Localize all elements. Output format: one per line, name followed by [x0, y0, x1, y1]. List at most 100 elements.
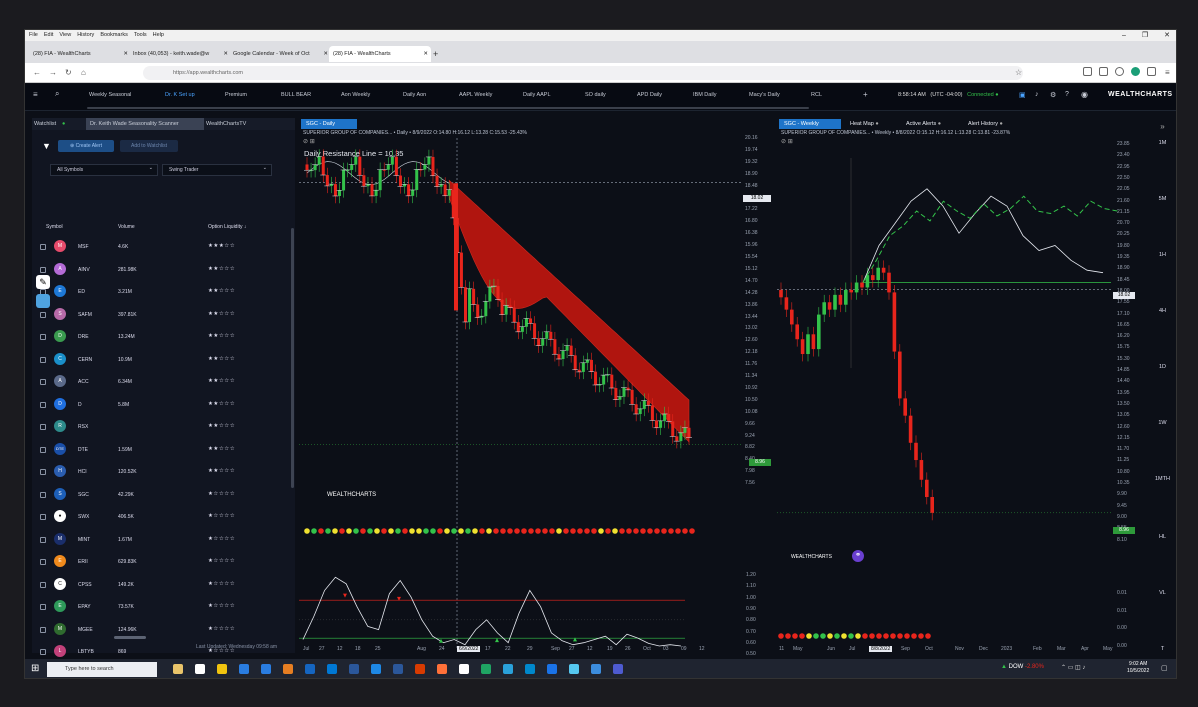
- watchlist-row[interactable]: A ACC 6.34M ★★☆☆☆: [32, 371, 295, 393]
- row-checkbox[interactable]: [40, 626, 46, 633]
- search-icon[interactable]: ⌕: [55, 89, 59, 99]
- watchlist-row[interactable]: S SGC 42.29K ★☆☆☆☆: [32, 484, 295, 506]
- taskbar-app-icon[interactable]: [591, 664, 601, 674]
- new-tab-button[interactable]: +: [433, 46, 438, 62]
- row-checkbox[interactable]: [40, 649, 46, 655]
- row-checkbox[interactable]: [40, 401, 46, 408]
- watchlist-row[interactable]: E ED 3.21M ★★☆☆☆: [32, 281, 295, 303]
- minimize-button[interactable]: –: [1122, 32, 1126, 39]
- watchlist-tab[interactable]: Weekly Seasonal: [89, 92, 131, 98]
- tab-scanner[interactable]: Dr. Keith Wade Seasonality Scanner: [86, 118, 204, 130]
- taskbar-app-icon[interactable]: [569, 664, 579, 674]
- extension-icon[interactable]: [1147, 67, 1156, 76]
- taskbar-app-icon[interactable]: [481, 664, 491, 674]
- watchlist-row[interactable]: C CPSS 149.2K ★☆☆☆☆: [32, 574, 295, 596]
- taskbar-search[interactable]: Type here to search: [47, 662, 157, 677]
- horizontal-scrollbar[interactable]: [114, 636, 146, 639]
- browser-tab[interactable]: (28) FIA - WealthCharts ✕: [29, 46, 131, 62]
- taskbar-app-icon[interactable]: [371, 664, 381, 674]
- menu-item[interactable]: View: [59, 32, 71, 38]
- row-checkbox[interactable]: [40, 581, 46, 588]
- pocket-icon[interactable]: [1083, 67, 1092, 76]
- watchlist-tab[interactable]: IBM Daily: [693, 92, 717, 98]
- windows-start-icon[interactable]: ⊞: [31, 663, 39, 674]
- timeframe-4h[interactable]: 4H: [1147, 308, 1176, 314]
- timeframe-5m[interactable]: 5M: [1147, 196, 1176, 202]
- extension-icon[interactable]: [1115, 67, 1124, 76]
- watchlist-tab[interactable]: RCL: [811, 92, 822, 98]
- watchlist-row[interactable]: C CERN 10.9M ★★☆☆☆: [32, 349, 295, 371]
- link-icon[interactable]: ⚭: [852, 550, 864, 562]
- close-tab-icon[interactable]: ✕: [423, 46, 428, 62]
- daily-price-chart[interactable]: [299, 118, 773, 653]
- watchlist-tab[interactable]: Macy's Daily: [749, 92, 780, 98]
- taskbar-app-icon[interactable]: [217, 664, 227, 674]
- taskbar-app-icon[interactable]: [283, 664, 293, 674]
- symbol-filter-dropdown[interactable]: All Symbols: [50, 163, 158, 176]
- taskbar-app-icon[interactable]: [547, 664, 557, 674]
- taskbar-app-icon[interactable]: [437, 664, 447, 674]
- tray-icons[interactable]: ⌃ ▭ ◫ ♪: [1061, 664, 1085, 671]
- create-alert-button[interactable]: ⊕ Create Alert: [58, 140, 114, 152]
- symbol-header[interactable]: Symbol: [46, 224, 63, 230]
- taskbar-app-icon[interactable]: [239, 664, 249, 674]
- watchlist-tab[interactable]: APD Daily: [637, 92, 662, 98]
- close-tab-icon[interactable]: ✕: [223, 46, 228, 62]
- tab-watchlist[interactable]: Watchlist: [34, 118, 56, 130]
- watchlist-row[interactable]: M MINT 1.67M ★☆☆☆☆: [32, 529, 295, 551]
- menu-item[interactable]: Bookmarks: [100, 32, 128, 38]
- timeframe-t[interactable]: T: [1147, 646, 1176, 652]
- back-icon[interactable]: ←: [33, 66, 41, 80]
- row-checkbox[interactable]: [40, 446, 46, 453]
- watchlist-row[interactable]: R RSX ★★☆☆☆: [32, 416, 295, 438]
- gear-icon[interactable]: ⚙: [1050, 91, 1056, 99]
- watchlist-row[interactable]: E EPAY 73.57K ★☆☆☆☆: [32, 596, 295, 618]
- watchlist-tab[interactable]: AAPL Weekly: [459, 92, 492, 98]
- menu-item[interactable]: Help: [153, 32, 164, 38]
- watchlist-row[interactable]: A AINV 281.98K ★★☆☆☆: [32, 259, 295, 281]
- liquidity-header[interactable]: Option Liquidity ↓: [208, 224, 246, 230]
- row-checkbox[interactable]: [40, 266, 46, 273]
- watchlist-row[interactable]: D D 5.8M ★★☆☆☆: [32, 394, 295, 416]
- download-icon[interactable]: [1099, 67, 1108, 76]
- taskbar-app-icon[interactable]: [195, 664, 205, 674]
- taskbar-app-icon[interactable]: [327, 664, 337, 674]
- browser-tab[interactable]: Google Calendar - Week of Oct ✕: [229, 46, 331, 62]
- row-checkbox[interactable]: [40, 604, 46, 610]
- hamburger-icon[interactable]: ≡: [33, 90, 38, 99]
- timeframe-1mth[interactable]: 1MTH: [1147, 476, 1176, 482]
- menu-item[interactable]: Edit: [44, 32, 53, 38]
- timeframe-vl[interactable]: VL: [1147, 590, 1176, 596]
- vertical-scrollbar[interactable]: [291, 228, 294, 488]
- menu-item[interactable]: File: [29, 32, 38, 38]
- browser-tab[interactable]: Inbox (40,053) - keith.wade@w ✕: [129, 46, 231, 62]
- row-checkbox[interactable]: [40, 536, 46, 543]
- taskbar-app-icon[interactable]: [459, 664, 469, 674]
- watchlist-row[interactable]: ● SWX 406.5K ★☆☆☆☆: [32, 506, 295, 528]
- watchlist-tab[interactable]: Daily AAPL: [523, 92, 551, 98]
- timeframe-1d[interactable]: 1D: [1147, 364, 1176, 370]
- layout-tool-icon[interactable]: [36, 294, 50, 308]
- bookmark-star-icon[interactable]: ☆: [1015, 66, 1022, 80]
- taskbar-app-icon[interactable]: [613, 664, 623, 674]
- collapse-icon[interactable]: »: [1147, 122, 1176, 131]
- timeframe-hl[interactable]: HL: [1147, 534, 1176, 540]
- menu-item[interactable]: Tools: [134, 32, 147, 38]
- url-field[interactable]: https://app.wealthcharts.com: [143, 66, 1023, 80]
- taskbar-app-icon[interactable]: [393, 664, 403, 674]
- add-to-watchlist-button[interactable]: Add to Watchlist: [120, 140, 178, 152]
- taskbar-app-icon[interactable]: [415, 664, 425, 674]
- pen-tool-icon[interactable]: ✎: [36, 275, 50, 289]
- watchlist-row[interactable]: M MGEE 124.96K ★☆☆☆☆: [32, 619, 295, 641]
- watchlist-row[interactable]: D DRE 13.24M ★★☆☆☆: [32, 326, 295, 348]
- taskbar-app-icon[interactable]: [261, 664, 271, 674]
- forward-icon[interactable]: →: [49, 66, 57, 80]
- watchlist-row[interactable]: E ERII 629.83K ★☆☆☆☆: [32, 551, 295, 573]
- reload-icon[interactable]: ↻: [65, 66, 72, 80]
- watchlist-tab[interactable]: Aon Weekly: [341, 92, 370, 98]
- taskbar-app-icon[interactable]: [305, 664, 315, 674]
- close-window-button[interactable]: ✕: [1164, 32, 1170, 39]
- row-checkbox[interactable]: [40, 356, 46, 363]
- weekly-price-chart[interactable]: [777, 118, 1143, 653]
- maximize-button[interactable]: ❐: [1142, 32, 1148, 39]
